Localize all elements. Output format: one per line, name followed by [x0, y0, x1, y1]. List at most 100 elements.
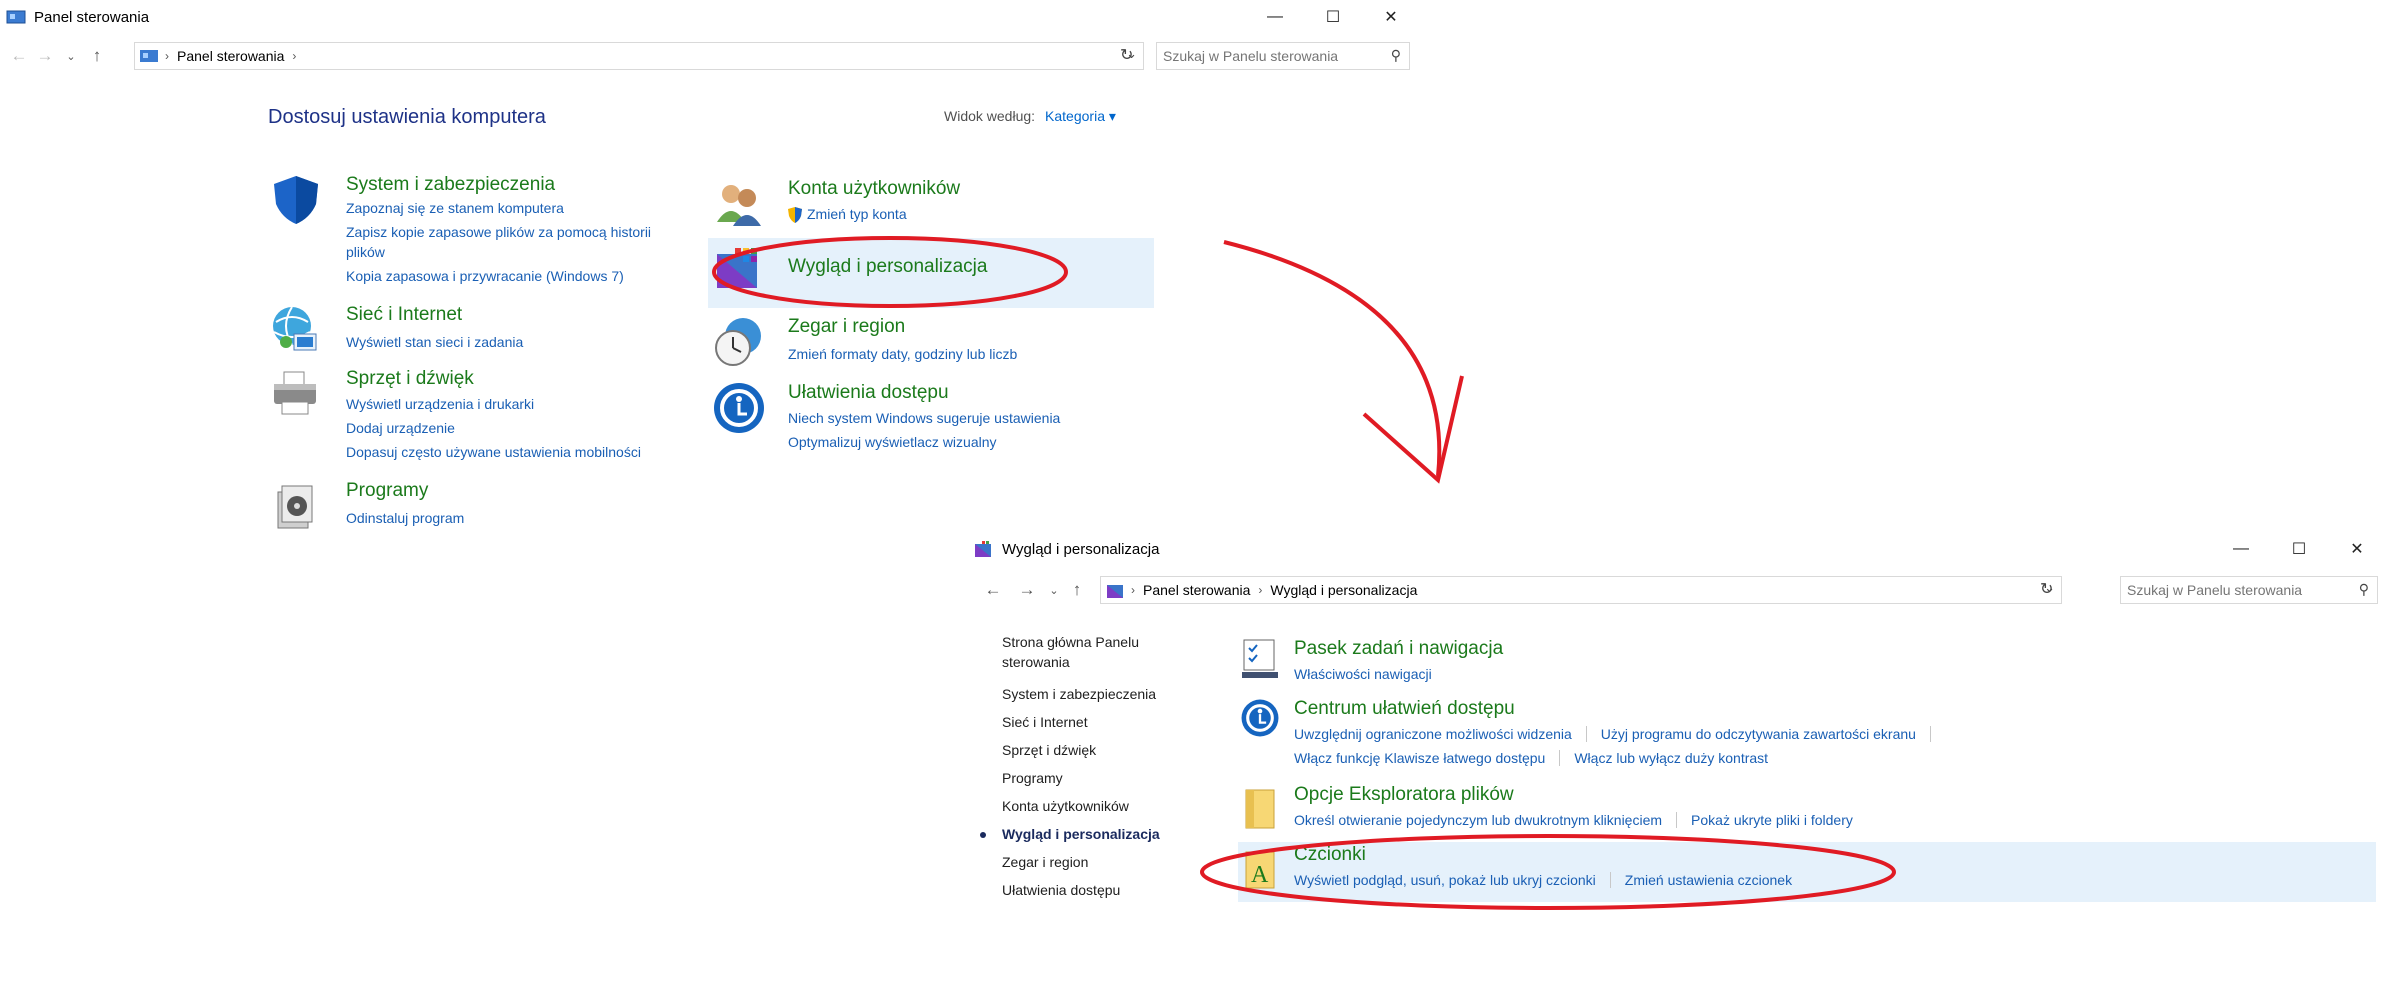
up-button[interactable]: ↑ [1064, 580, 1090, 600]
section-link[interactable]: Zmień ustawienia czcionek [1625, 872, 1792, 888]
breadcrumb-control-panel[interactable]: Panel sterowania [1143, 582, 1250, 598]
section-title[interactable]: Pasek zadań i nawigacja [1294, 638, 1503, 660]
chevron-right-icon[interactable]: › [1258, 583, 1262, 597]
title-bar: Wygląd i personalizacja [968, 532, 2396, 566]
control-panel-window: Panel sterowania — ☐ ✕ ← → ⌄ ↑ › Panel s… [0, 0, 1414, 560]
maximize-button[interactable]: ☐ [2270, 532, 2328, 566]
maximize-button[interactable]: ☐ [1304, 0, 1362, 34]
section-link[interactable]: Włącz lub wyłącz duży kontrast [1574, 750, 1768, 766]
link-divider [1609, 872, 1611, 888]
category-title[interactable]: Sieć i Internet [346, 304, 462, 326]
recent-dropdown-icon[interactable]: ⌄ [1044, 584, 1064, 597]
chevron-right-icon[interactable]: › [292, 49, 296, 63]
sidebar-item-user-accounts[interactable]: Konta użytkowników [1002, 798, 1129, 814]
search-icon[interactable]: ⚲ [1391, 47, 1401, 64]
sidebar-item-system-security[interactable]: System i zabezpieczenia [1002, 686, 1156, 702]
category-link[interactable]: Wyświetl stan sieci i zadania [346, 334, 523, 350]
back-button[interactable]: ← [6, 46, 32, 66]
link-divider [1676, 812, 1678, 828]
breadcrumb-control-panel[interactable]: Panel sterowania [177, 48, 284, 64]
refresh-button[interactable]: ↻ [2040, 579, 2053, 599]
section-title[interactable]: Centrum ułatwień dostępu [1294, 698, 1515, 720]
section-link[interactable]: Włącz funkcję Klawisze łatwego dostępu [1294, 750, 1545, 766]
address-bar[interactable]: › Panel sterowania › Wygląd i personaliz… [1100, 576, 2062, 604]
search-input[interactable] [1157, 47, 1409, 65]
appearance-window: Wygląd i personalizacja — ☐ ✕ ← → ⌄ ↑ › … [968, 532, 2396, 962]
printer-icon [274, 371, 316, 415]
globe-icon [273, 306, 317, 351]
link-divider [1929, 726, 1931, 742]
section-link[interactable]: Pokaż ukryte pliki i foldery [1691, 812, 1853, 828]
window-title: Wygląd i personalizacja [1002, 540, 1160, 558]
view-by-dropdown[interactable]: Kategoria ▾ [1045, 108, 1116, 124]
up-button[interactable]: ↑ [84, 46, 110, 66]
section-link[interactable]: Użyj programu do odczytywania zawartości… [1601, 726, 1916, 742]
title-bar: Panel sterowania [0, 0, 1414, 34]
category-link[interactable]: Kopia zapasowa i przywracanie (Windows 7… [346, 268, 624, 284]
section-link[interactable]: Wyświetl podgląd, usuń, pokaż lub ukryj … [1294, 872, 1596, 888]
search-input[interactable] [2121, 581, 2377, 599]
users-icon [717, 185, 761, 226]
close-button[interactable]: ✕ [2328, 532, 2386, 566]
appearance-icon [1107, 585, 1123, 598]
minimize-button[interactable]: — [1246, 0, 1304, 34]
sidebar-item-appearance[interactable]: Wygląd i personalizacja [1002, 826, 1160, 842]
section-link[interactable]: Określ otwieranie pojedynczym lub dwukro… [1294, 812, 1662, 828]
appearance-icon [975, 541, 991, 557]
category-link[interactable]: Optymalizuj wyświetlacz wizualny [788, 434, 997, 450]
category-link[interactable]: Zapisz kopie zapasowe plików za pomocą h… [346, 224, 651, 240]
section-links: Określ otwieranie pojedynczym lub dwukro… [1294, 812, 1853, 828]
section-title[interactable]: Czcionki [1294, 844, 1366, 866]
category-link[interactable]: plików [346, 244, 385, 260]
clock-icon [715, 318, 761, 366]
category-link[interactable]: Dodaj urządzenie [346, 420, 455, 436]
link-divider [1559, 750, 1561, 766]
category-title[interactable]: Ułatwienia dostępu [788, 382, 949, 404]
close-button[interactable]: ✕ [1362, 0, 1420, 34]
category-link[interactable]: Niech system Windows sugeruje ustawienia [788, 410, 1060, 426]
sidebar-item-network[interactable]: Sieć i Internet [1002, 714, 1088, 730]
sidebar-item-home[interactable]: Strona główna Panelu [1002, 634, 1139, 650]
category-link[interactable]: Zmień formaty daty, godziny lub liczb [788, 346, 1017, 362]
sidebar-item-home[interactable]: sterowania [1002, 654, 1070, 670]
sidebar-item-programs[interactable]: Programy [1002, 770, 1063, 786]
section-title[interactable]: Opcje Eksploratora plików [1294, 784, 1514, 806]
ease-of-access-center-icon [1241, 699, 1279, 737]
category-title[interactable]: Wygląd i personalizacja [788, 256, 987, 278]
category-title[interactable]: Sprzęt i dźwięk [346, 368, 474, 390]
sidebar-item-clock-region[interactable]: Zegar i region [1002, 854, 1088, 870]
section-links: Właściwości nawigacji [1294, 666, 1432, 682]
category-link[interactable]: Odinstaluj program [346, 510, 464, 526]
search-box[interactable]: ⚲ [1156, 42, 1410, 70]
sidebar-item-hardware[interactable]: Sprzęt i dźwięk [1002, 742, 1096, 758]
category-title[interactable]: Zegar i region [788, 316, 905, 338]
search-box[interactable]: ⚲ [2120, 576, 2378, 604]
accessibility-icon [714, 383, 764, 433]
taskbar-icon [1242, 639, 1278, 678]
category-link[interactable]: Zapoznaj się ze stanem komputera [346, 200, 564, 216]
back-button[interactable]: ← [976, 580, 1010, 600]
address-bar[interactable]: › Panel sterowania › ⌄ [134, 42, 1144, 70]
uac-shield-icon [788, 207, 802, 223]
minimize-button[interactable]: — [2212, 532, 2270, 566]
view-by: Widok według: Kategoria ▾ [944, 108, 1116, 125]
sidebar-item-ease-of-access[interactable]: Ułatwienia dostępu [1002, 882, 1120, 898]
view-by-label: Widok według: [944, 108, 1036, 124]
search-icon[interactable]: ⚲ [2359, 581, 2369, 598]
category-link[interactable]: Dopasuj często używane ustawienia mobiln… [346, 444, 641, 460]
refresh-button[interactable]: ↻ [1120, 45, 1133, 65]
section-links: Wyświetl podgląd, usuń, pokaż lub ukryj … [1294, 872, 1792, 888]
breadcrumb-appearance[interactable]: Wygląd i personalizacja [1270, 582, 1417, 598]
category-link[interactable]: Zmień typ konta [807, 206, 907, 222]
category-title[interactable]: Konta użytkowników [788, 178, 960, 200]
active-bullet [980, 832, 986, 838]
category-title[interactable]: System i zabezpieczenia [346, 174, 555, 196]
section-link[interactable]: Właściwości nawigacji [1294, 666, 1432, 682]
link-divider [1585, 726, 1587, 742]
forward-button[interactable]: → [32, 46, 58, 66]
category-link[interactable]: Wyświetl urządzenia i drukarki [346, 396, 534, 412]
category-title[interactable]: Programy [346, 480, 428, 502]
forward-button[interactable]: → [1010, 580, 1044, 600]
section-link[interactable]: Uwzględnij ograniczone możliwości widzen… [1294, 726, 1572, 742]
recent-dropdown-icon[interactable]: ⌄ [58, 50, 84, 63]
